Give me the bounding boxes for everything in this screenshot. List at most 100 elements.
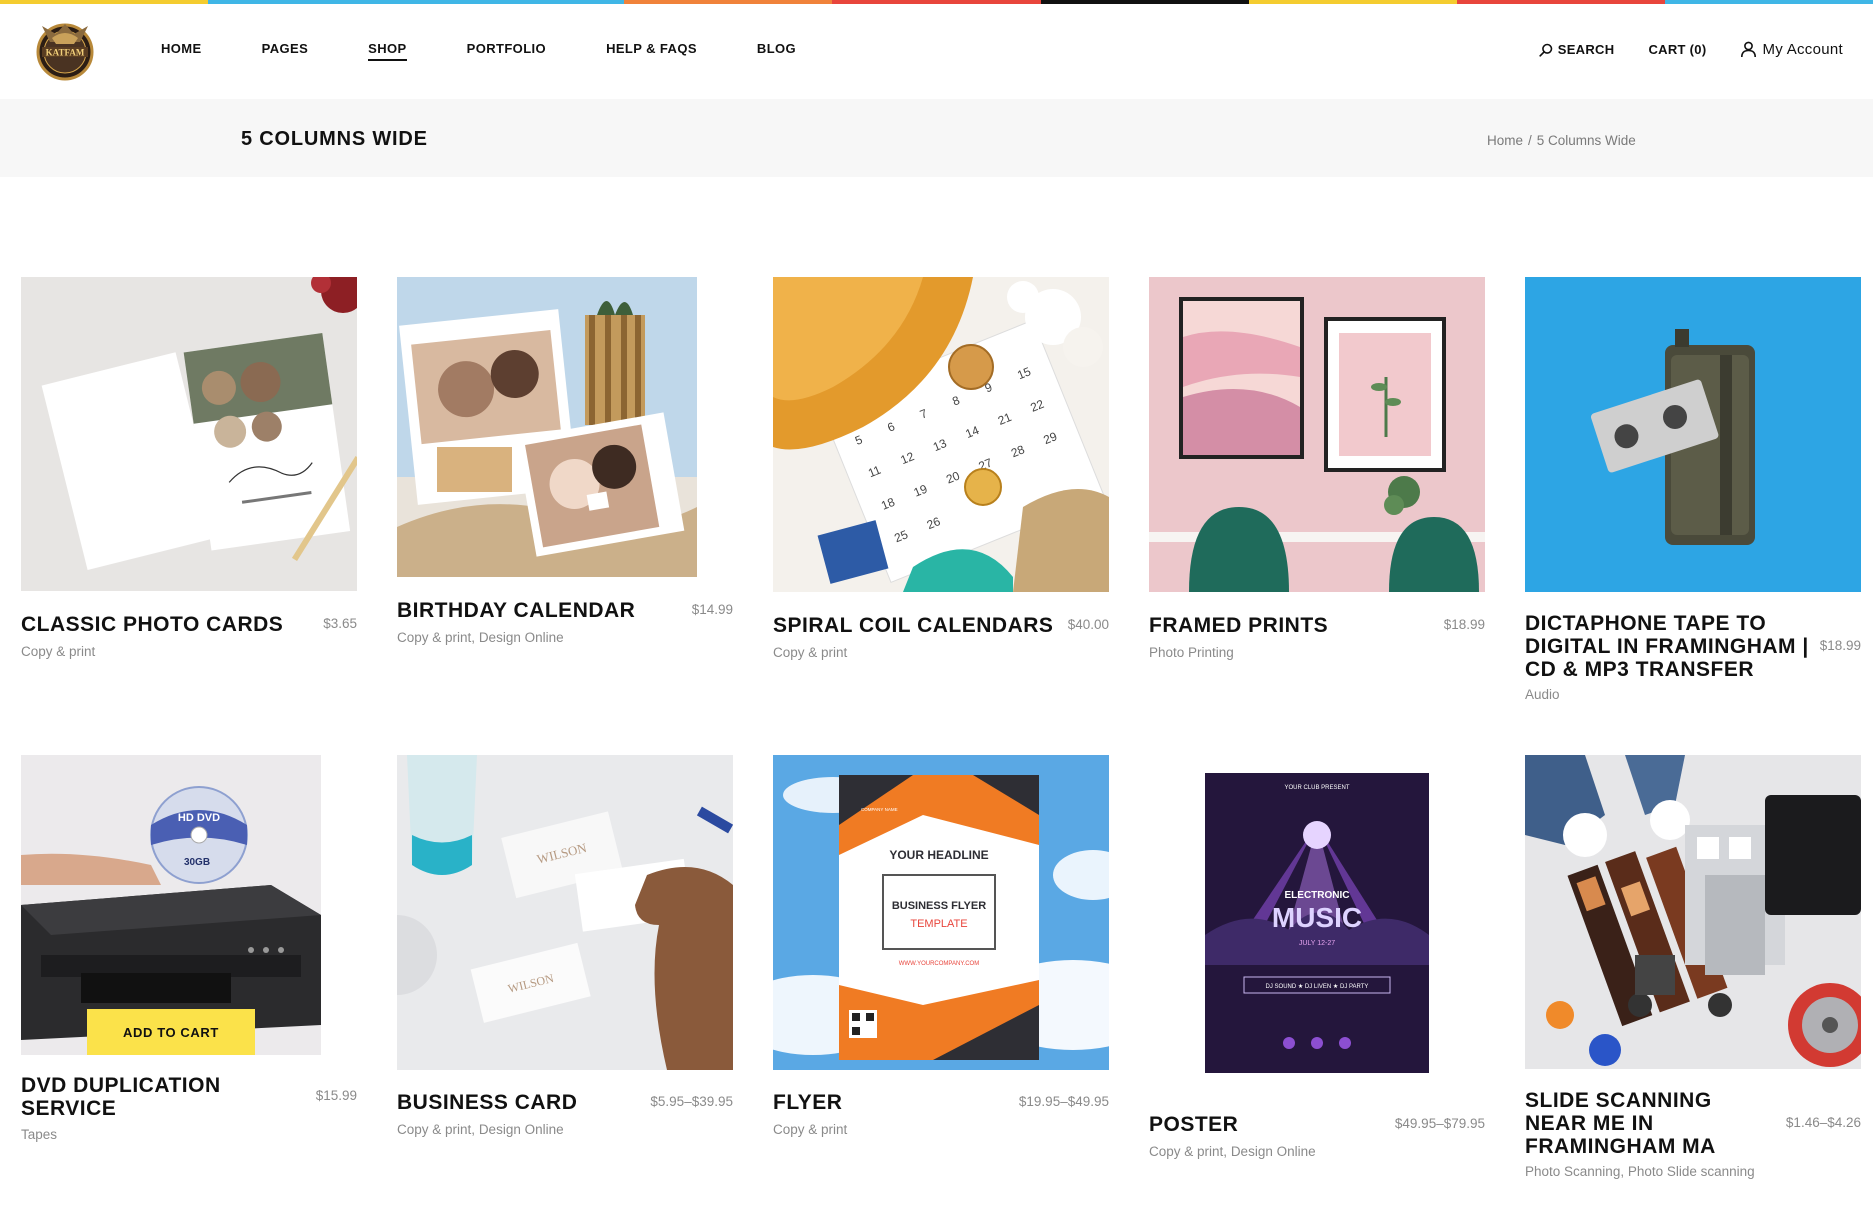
product-categories: Copy & print, Design Online xyxy=(1149,1144,1316,1159)
svg-text:HD DVD: HD DVD xyxy=(178,812,220,824)
product-price: $19.95–$49.95 xyxy=(1018,1094,1109,1109)
product-title[interactable]: POSTER xyxy=(1149,1113,1349,1136)
product-title[interactable]: DICTAPHONE TAPE TO DIGITAL IN FRAMINGHAM… xyxy=(1525,612,1820,681)
product-title[interactable]: SLIDE SCANNING NEAR ME IN FRAMINGHAM MA xyxy=(1525,1089,1765,1158)
header-actions: SEARCH CART (0) My Account xyxy=(1505,41,1843,58)
breadcrumb: Home / 5 Columns Wide xyxy=(1487,133,1636,148)
poster-image: YOUR CLUB PRESENT ELECTRONIC MUSIC JULY … xyxy=(1149,755,1449,1092)
menu-home[interactable]: HOME xyxy=(161,41,202,61)
product-title[interactable]: BIRTHDAY CALENDAR xyxy=(397,599,677,622)
menu-portfolio[interactable]: PORTFOLIO xyxy=(467,41,546,61)
product-price: $18.99 xyxy=(1819,638,1861,653)
menu-pages[interactable]: PAGES xyxy=(262,41,309,61)
category-link[interactable]: Photo Printing xyxy=(1149,645,1234,660)
product-card: DICTAPHONE TAPE TO DIGITAL IN FRAMINGHAM… xyxy=(1525,277,1861,717)
category-link[interactable]: Copy & print xyxy=(397,630,471,645)
category-link[interactable]: Copy & print xyxy=(773,645,847,660)
breadcrumb-separator: / xyxy=(1528,133,1532,148)
product-image[interactable]: 5 6 7 8 9 15 11 12 13 14 21 22 18 19 20 27 28 29 25 26 xyxy=(773,277,1109,592)
menu-shop[interactable]: SHOP xyxy=(368,41,407,61)
category-link[interactable]: Design Online xyxy=(479,630,564,645)
category-link[interactable]: Copy & print xyxy=(21,644,95,659)
product-title[interactable]: SPIRAL COIL CALENDARS xyxy=(773,614,1073,637)
product-price: $18.99 xyxy=(1443,617,1485,632)
product-image[interactable] xyxy=(21,277,357,591)
product-card: YOUR CLUB PRESENT ELECTRONIC MUSIC JULY … xyxy=(1149,755,1485,1175)
svg-text:DJ SOUND ★ DJ LIVEN ★ DJ PARTY: DJ SOUND ★ DJ LIVEN ★ DJ PARTY xyxy=(1266,983,1369,990)
add-to-cart-button[interactable]: ADD TO CART xyxy=(87,1009,255,1055)
search-button[interactable]: SEARCH xyxy=(1539,42,1615,57)
category-link[interactable]: Copy & print xyxy=(773,1122,847,1137)
product-image[interactable] xyxy=(1525,755,1861,1069)
product-card: YOUR HEADLINE BUSINESS FLYER TEMPLATE WW… xyxy=(773,755,1109,1155)
cart-label: CART (0) xyxy=(1648,42,1707,57)
product-price: $3.65 xyxy=(323,616,357,631)
product-categories: Copy & print xyxy=(21,644,95,659)
svg-text:WWW.YOURCOMPANY.COM: WWW.YOURCOMPANY.COM xyxy=(899,961,979,967)
flyer-image: YOUR HEADLINE BUSINESS FLYER TEMPLATE WW… xyxy=(773,755,1109,1070)
search-icon xyxy=(1539,43,1553,57)
category-link[interactable]: Audio xyxy=(1525,687,1560,702)
svg-text:YOUR HEADLINE: YOUR HEADLINE xyxy=(889,848,988,862)
product-card: WILSON WILSON BUSINESS CARD $5.95–$39.95… xyxy=(397,755,733,1155)
product-card: SLIDE SCANNING NEAR ME IN FRAMINGHAM MA … xyxy=(1525,755,1861,1195)
product-title[interactable]: FLYER xyxy=(773,1091,973,1114)
product-image[interactable] xyxy=(397,277,697,577)
product-card: 5 6 7 8 9 15 11 12 13 14 21 22 18 19 20 27 28 29 25 26 S… xyxy=(773,277,1109,677)
page-title: 5 COLUMNS WIDE xyxy=(241,128,428,150)
product-price: $1.46–$4.26 xyxy=(1785,1115,1861,1130)
photo-cards-image xyxy=(21,277,357,591)
logo-emblem-icon: KATFAM xyxy=(36,23,94,81)
category-link[interactable]: Design Online xyxy=(479,1122,564,1137)
user-icon xyxy=(1741,41,1757,58)
product-price: $5.95–$39.95 xyxy=(650,1094,733,1109)
product-card: BIRTHDAY CALENDAR $14.99 Copy & print, D… xyxy=(397,277,733,677)
product-categories: Photo Scanning, Photo Slide scanning xyxy=(1525,1164,1755,1179)
svg-text:30GB: 30GB xyxy=(184,857,210,868)
product-title[interactable]: DVD DUPLICATION SERVICE xyxy=(21,1074,261,1120)
category-link[interactable]: Photo Scanning xyxy=(1525,1164,1620,1179)
dictaphone-image xyxy=(1525,277,1861,592)
product-title[interactable]: FRAMED PRINTS xyxy=(1149,614,1419,637)
calendar-image xyxy=(397,277,697,577)
category-link[interactable]: Design Online xyxy=(1231,1144,1316,1159)
svg-text:TEMPLATE: TEMPLATE xyxy=(910,918,967,930)
product-image[interactable]: YOUR CLUB PRESENT ELECTRONIC MUSIC JULY … xyxy=(1149,755,1449,1092)
category-link[interactable]: Photo Slide scanning xyxy=(1628,1164,1755,1179)
product-categories: Tapes xyxy=(21,1127,57,1142)
product-image[interactable]: HD DVD 30GB ADD TO CART xyxy=(21,755,321,1055)
product-categories: Audio xyxy=(1525,687,1560,702)
search-label: SEARCH xyxy=(1557,42,1615,57)
product-categories: Copy & print xyxy=(773,645,847,660)
product-title[interactable]: BUSINESS CARD xyxy=(397,1091,617,1114)
menu-blog[interactable]: BLOG xyxy=(757,41,796,61)
product-card: CLASSIC PHOTO CARDS $3.65 Copy & print xyxy=(21,277,357,677)
product-categories: Copy & print, Design Online xyxy=(397,630,564,645)
category-link[interactable]: Tapes xyxy=(21,1127,57,1142)
breadcrumb-home[interactable]: Home xyxy=(1487,133,1523,148)
svg-text:JULY 12-27: JULY 12-27 xyxy=(1299,940,1335,947)
product-price: $15.99 xyxy=(315,1088,357,1103)
svg-text:MUSIC: MUSIC xyxy=(1272,902,1362,933)
product-categories: Copy & print, Design Online xyxy=(397,1122,564,1137)
product-image[interactable] xyxy=(1149,277,1485,592)
site-logo[interactable]: KATFAM xyxy=(34,16,96,82)
site-header: KATFAM HOME PAGES SHOP PORTFOLIO HELP & … xyxy=(0,4,1873,99)
my-account-link[interactable]: My Account xyxy=(1740,41,1843,58)
menu-help-faqs[interactable]: HELP & FAQS xyxy=(606,41,697,61)
svg-text:YOUR CLUB PRESENT: YOUR CLUB PRESENT xyxy=(1284,785,1349,791)
framed-prints-image xyxy=(1149,277,1485,592)
product-categories: Copy & print xyxy=(773,1122,847,1137)
product-image[interactable]: WILSON WILSON xyxy=(397,755,733,1070)
category-link[interactable]: Copy & print xyxy=(397,1122,471,1137)
cart-button[interactable]: CART (0) xyxy=(1648,42,1706,57)
product-title[interactable]: CLASSIC PHOTO CARDS xyxy=(21,613,291,636)
spiral-calendar-image: 5678915 111213142122 181920272829 2526 xyxy=(773,277,1109,592)
svg-text:KATFAM: KATFAM xyxy=(46,48,85,58)
product-image[interactable] xyxy=(1525,277,1861,592)
main-menu: HOME PAGES SHOP PORTFOLIO HELP & FAQS BL… xyxy=(161,41,856,61)
product-image[interactable]: YOUR HEADLINE BUSINESS FLYER TEMPLATE WW… xyxy=(773,755,1109,1070)
product-price: $40.00 xyxy=(1067,617,1109,632)
svg-text:BUSINESS FLYER: BUSINESS FLYER xyxy=(892,900,986,912)
category-link[interactable]: Copy & print xyxy=(1149,1144,1223,1159)
